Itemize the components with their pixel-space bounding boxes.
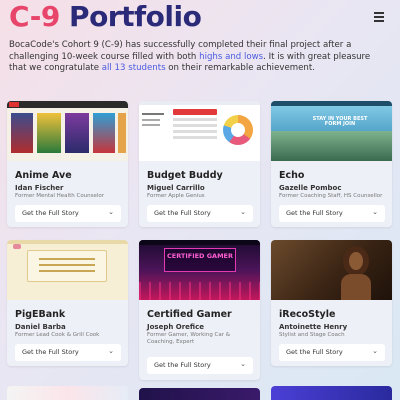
hamburger-icon[interactable] — [374, 12, 384, 22]
story-label: Get the Full Story — [22, 348, 79, 356]
chevron-down-icon: ⌄ — [108, 347, 114, 355]
get-full-story-button[interactable]: Get the Full Story ⌄ — [279, 344, 385, 361]
project-card-pigebank[interactable]: PigEBank Daniel Barba Former Lead Cook &… — [7, 240, 128, 366]
project-name: Anime Ave — [15, 170, 72, 181]
project-author: Miguel Carrillo — [147, 184, 205, 192]
project-name: Budget Buddy — [147, 170, 223, 181]
project-card-echo[interactable]: STAY IN YOUR BEST FORM JOIN Echo Gazelle… — [271, 101, 392, 227]
chevron-down-icon: ⌄ — [372, 208, 378, 216]
project-card-anime-ave[interactable]: Anime Ave Idan Fischer Former Mental Hea… — [7, 101, 128, 227]
story-label: Get the Full Story — [154, 361, 211, 369]
project-name: Echo — [279, 170, 305, 181]
project-thumbnail — [271, 240, 392, 300]
project-thumbnail — [7, 101, 128, 161]
project-name: PigEBank — [15, 309, 66, 320]
project-author-role: Former Coaching Staff, HS Counsellor — [279, 193, 383, 199]
project-name: Certified Gamer — [147, 309, 232, 320]
page-title: C-9 Portfolio — [9, 0, 394, 34]
project-author-role: Former Gamer, Working Car & Coaching, Ex… — [147, 332, 231, 345]
intro-paragraph: BocaCode's Cohort 9 (C-9) has successful… — [9, 40, 389, 75]
chevron-down-icon: ⌄ — [372, 347, 378, 355]
intro-highlight-2[interactable]: all 13 students — [102, 63, 166, 73]
project-name: iRecoStyle — [279, 309, 336, 320]
project-thumbnail — [139, 101, 260, 161]
chevron-down-icon: ⌄ — [240, 208, 246, 216]
get-full-story-button[interactable]: Get the Full Story ⌄ — [279, 205, 385, 222]
project-author: Joseph Orefice — [147, 323, 204, 331]
thumbnail-caption: STAY IN YOUR BEST FORM JOIN — [312, 116, 368, 127]
project-thumbnail: STAY IN YOUR BEST FORM JOIN — [271, 101, 392, 161]
page-header: C-9 Portfolio — [9, 0, 394, 36]
project-card-budget-buddy[interactable]: Budget Buddy Miguel Carrillo Former Appl… — [139, 101, 260, 227]
get-full-story-button[interactable]: Get the Full Story ⌄ — [15, 344, 121, 361]
intro-text-3: on their remarkable achievement. — [165, 63, 315, 73]
project-author-role: Former Mental Health Counselor — [15, 193, 105, 199]
chevron-down-icon: ⌄ — [240, 360, 246, 368]
story-label: Get the Full Story — [286, 348, 343, 356]
chevron-down-icon: ⌄ — [108, 208, 114, 216]
project-card-certified-gamer[interactable]: CERTIFIED GAMER Certified Gamer Joseph O… — [139, 240, 260, 380]
get-full-story-button[interactable]: Get the Full Story ⌄ — [147, 357, 253, 374]
project-thumbnail — [7, 240, 128, 300]
project-author: Antoinette Henry — [279, 323, 348, 331]
thumbnail-caption: CERTIFIED GAMER — [166, 252, 233, 260]
get-full-story-button[interactable]: Get the Full Story ⌄ — [147, 205, 253, 222]
project-thumbnail: CERTIFIED GAMER — [139, 240, 260, 300]
project-card-irecostyle[interactable]: iRecoStyle Antoinette Henry Stylist and … — [271, 240, 392, 366]
project-author-role: Former Lead Cook & Grill Cook — [15, 332, 100, 338]
project-author-role: Former Apple Genius — [147, 193, 205, 199]
title-suffix: Portfolio — [69, 0, 202, 33]
project-author: Daniel Barba — [15, 323, 66, 331]
story-label: Get the Full Story — [22, 209, 79, 217]
project-thumbnail-partial[interactable] — [271, 386, 392, 400]
project-author: Gazelle Pomboc — [279, 184, 342, 192]
story-label: Get the Full Story — [286, 209, 343, 217]
story-label: Get the Full Story — [154, 209, 211, 217]
project-thumbnail-partial[interactable] — [7, 386, 128, 400]
get-full-story-button[interactable]: Get the Full Story ⌄ — [15, 205, 121, 222]
intro-highlight-1: highs and lows — [199, 51, 264, 62]
project-author-role: Stylist and Stage Coach — [279, 332, 345, 338]
project-thumbnail-partial[interactable] — [139, 388, 260, 400]
project-author: Idan Fischer — [15, 184, 64, 192]
title-prefix: C-9 — [9, 0, 60, 33]
